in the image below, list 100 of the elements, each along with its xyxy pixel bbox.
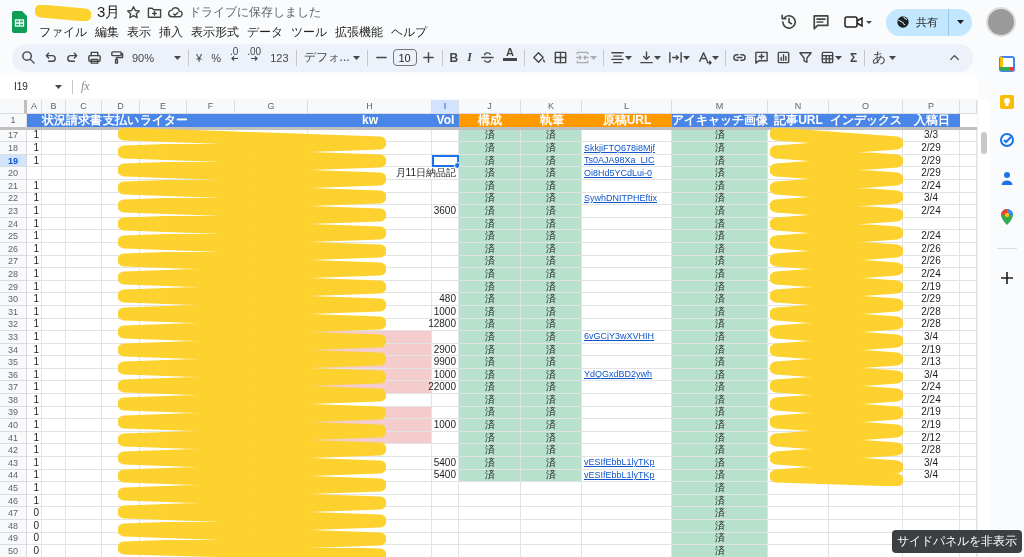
table-cell: 1: [27, 280, 42, 294]
row-header[interactable]: 35: [0, 356, 27, 369]
row-header[interactable]: 23: [0, 205, 27, 218]
column-header[interactable]: M: [672, 99, 768, 114]
decrease-decimal-button[interactable]: .0: [225, 46, 243, 69]
table-cell: 0: [27, 532, 42, 546]
table-cell: 3/4: [903, 469, 960, 483]
link[interactable]: Ts0AJA98Xa_LIC: [584, 156, 655, 166]
row-header[interactable]: 42: [0, 444, 27, 458]
table-cell: 済: [459, 381, 521, 395]
row-header[interactable]: 30: [0, 293, 27, 306]
row-header[interactable]: 40: [0, 419, 27, 432]
column-header[interactable]: O: [829, 99, 903, 114]
table-cell: 1: [27, 381, 42, 395]
menu-item[interactable]: 表示形式: [187, 23, 243, 41]
number-format-button[interactable]: 123: [266, 46, 293, 69]
table-cell: 1: [27, 268, 42, 281]
menu-item[interactable]: 拡張機能: [331, 23, 387, 41]
column-header[interactable]: H: [308, 99, 432, 114]
row-header[interactable]: 33: [0, 331, 27, 344]
column-header[interactable]: J: [459, 99, 521, 114]
percent-button[interactable]: %: [207, 46, 225, 69]
column-header[interactable]: C: [66, 99, 102, 114]
column-header[interactable]: N: [768, 99, 829, 114]
table-cell: 1: [27, 305, 42, 319]
row-header[interactable]: 38: [0, 394, 27, 407]
tooltip: サイドパネルを非表示: [892, 530, 1022, 553]
table-cell: 済: [459, 419, 521, 432]
menu-item[interactable]: 表示: [123, 23, 155, 41]
row-header[interactable]: 18: [0, 142, 27, 155]
row-header[interactable]: 20: [0, 167, 27, 180]
table-cell: 1: [27, 331, 42, 344]
column-header[interactable]: B: [42, 99, 66, 114]
menu-item[interactable]: ファイル: [35, 23, 91, 41]
table-cell: 2/24: [903, 268, 960, 281]
table-cell: 2/19: [903, 343, 960, 357]
table-cell: 済: [521, 167, 582, 180]
table-cell: 済: [672, 293, 768, 306]
name-box[interactable]: I19: [8, 80, 68, 94]
column-header[interactable]: D: [102, 99, 140, 114]
table-cell: 2/24: [903, 394, 960, 407]
table-cell: 済: [672, 394, 768, 407]
table-cell: 2/29: [903, 142, 960, 155]
row-header[interactable]: 37: [0, 381, 27, 395]
table-cell: 1: [27, 469, 42, 483]
row-header[interactable]: 43: [0, 457, 27, 470]
table-cell: 済: [459, 394, 521, 407]
link[interactable]: Oi8Hd5YCdLui-0: [584, 168, 653, 178]
functions-button[interactable]: Σ: [845, 46, 862, 69]
row-header[interactable]: 48: [0, 520, 27, 533]
table-cell: 済: [672, 142, 768, 155]
table-cell: 2/28: [903, 318, 960, 332]
currency-button[interactable]: ¥: [192, 46, 207, 69]
table-cell: 2/24: [903, 381, 960, 395]
table-cell: 2/26: [903, 255, 960, 269]
row-header[interactable]: 50: [0, 545, 27, 557]
table-cell: 2/13: [903, 356, 960, 369]
column-header[interactable]: L: [582, 99, 672, 114]
table-cell: 済: [459, 293, 521, 306]
row-header[interactable]: 47: [0, 507, 27, 520]
menu-item[interactable]: 編集: [91, 23, 123, 41]
link[interactable]: vESIfEbbL1lyTKp: [584, 458, 655, 468]
input-tools-dropdown[interactable]: あ: [868, 46, 901, 69]
table-cell: 2/24: [903, 180, 960, 193]
font-dropdown[interactable]: デフォ...: [299, 46, 364, 69]
font-size-field[interactable]: 10: [392, 49, 417, 67]
row-header[interactable]: 45: [0, 482, 27, 495]
text-color-button[interactable]: A: [498, 46, 521, 69]
table-cell: 済: [672, 381, 768, 395]
column-header[interactable]: K: [521, 99, 582, 114]
zoom-dropdown[interactable]: 90%: [128, 46, 186, 69]
link[interactable]: YdQGxdBD2ywh: [584, 370, 653, 380]
share-button[interactable]: 共有: [886, 8, 972, 36]
menu-item[interactable]: 挿入: [155, 23, 187, 41]
link[interactable]: vESIfEbbL1lyTKp: [584, 470, 655, 480]
menu-item[interactable]: データ: [243, 23, 287, 41]
menu-item[interactable]: ヘルプ: [387, 23, 431, 41]
column-header[interactable]: F: [187, 99, 235, 114]
column-title: 請求書: [66, 113, 102, 130]
menu-item[interactable]: ツール: [287, 23, 331, 41]
table-cell: 済: [459, 167, 521, 180]
bold-button[interactable]: B: [445, 46, 463, 69]
link[interactable]: 6vGCjY3wXVHIH: [584, 332, 655, 342]
increase-decimal-button[interactable]: .00: [243, 46, 266, 69]
table-cell: 0: [27, 545, 42, 557]
link[interactable]: SywhDNITPHEftix: [584, 193, 657, 203]
table-cell: 1: [27, 394, 42, 407]
row-header[interactable]: 28: [0, 268, 27, 281]
italic-button[interactable]: I: [463, 46, 476, 69]
table-cell: 2/24: [903, 230, 960, 243]
row-header[interactable]: 25: [0, 230, 27, 243]
column-header[interactable]: I: [432, 99, 459, 114]
column-header[interactable]: G: [235, 99, 308, 114]
column-header[interactable]: P: [903, 99, 960, 114]
table-cell: 1: [27, 482, 42, 495]
document-title[interactable]: 3月: [97, 3, 121, 22]
link[interactable]: SkkjiFTQ678i8Mjf: [584, 143, 655, 153]
table-cell: 済: [672, 167, 768, 180]
column-header[interactable]: A: [27, 99, 42, 114]
column-header[interactable]: E: [140, 99, 187, 114]
